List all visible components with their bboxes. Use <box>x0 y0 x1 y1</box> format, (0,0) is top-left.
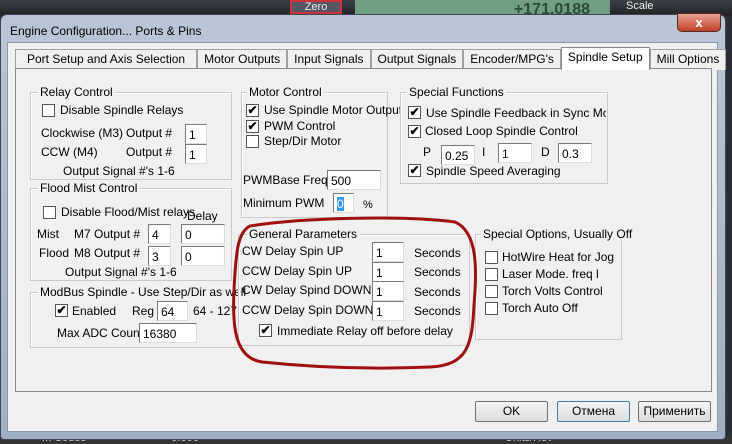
tab-spindle-setup[interactable]: Spindle Setup <box>560 47 650 70</box>
ok-button[interactable]: OK <box>475 401 548 422</box>
cancel-button[interactable]: Отмена <box>557 401 630 422</box>
apply-button[interactable]: Применить <box>638 401 711 422</box>
